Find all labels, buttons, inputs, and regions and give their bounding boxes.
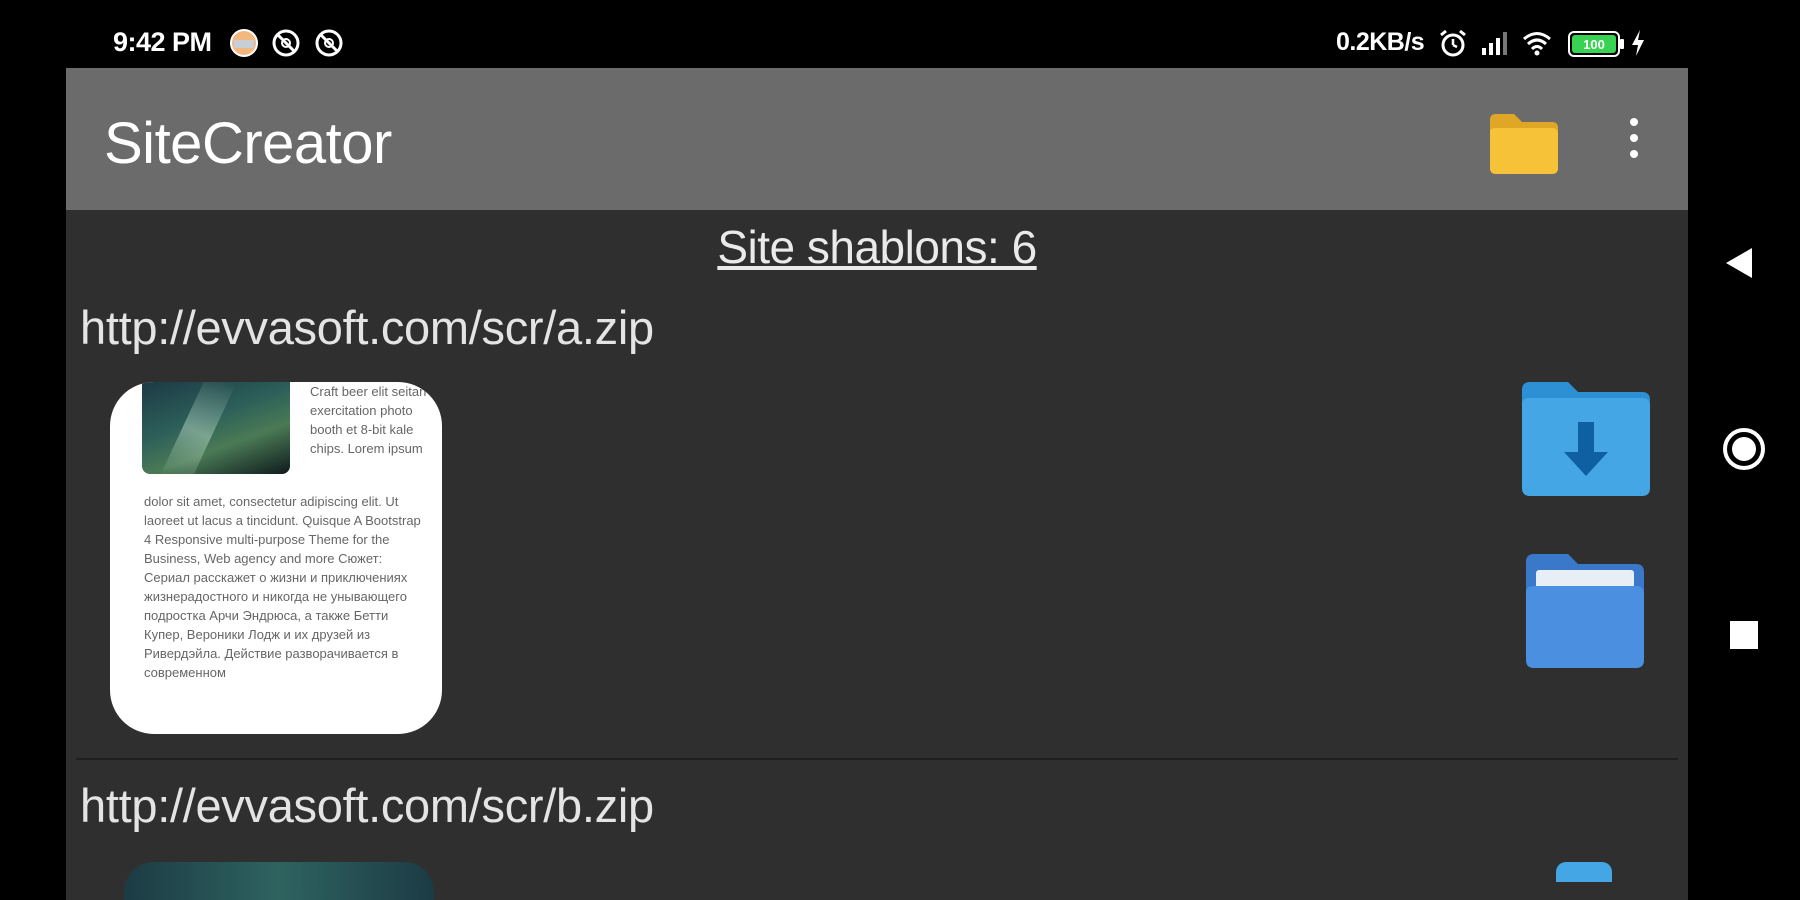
preview-text: Craft beer elit seitan exercitation phot… [310,384,427,456]
back-icon[interactable] [1724,246,1754,280]
app-title: SiteCreator [104,111,392,176]
app-toolbar: SiteCreator [66,68,1688,210]
charging-icon [1632,30,1644,56]
recents-icon[interactable] [1730,621,1758,649]
list-divider [76,758,1678,760]
template-url: http://evvasoft.com/scr/b.zip [80,779,654,832]
net-speed: 0.2KB/s [1336,28,1425,56]
more-vert-icon[interactable] [1626,118,1642,162]
signal-icon [1482,32,1507,55]
download-folder-icon[interactable] [1518,378,1654,498]
alarm-icon [1440,29,1466,57]
template-preview[interactable] [124,862,434,900]
download-folder-icon[interactable] [1556,862,1612,882]
home-icon[interactable] [1722,427,1766,471]
avatar-icon [230,29,258,57]
preview-image [142,382,290,474]
app-window: SiteCreator Site shablons: 6 http://evva… [66,68,1688,900]
battery-icon: 100 [1568,31,1624,57]
open-folder-icon[interactable] [1522,550,1648,670]
status-time: 9:42 PM [113,27,212,57]
blocked-icon [272,29,300,57]
folder-icon[interactable] [1488,112,1560,176]
preview-text: dolor sit amet, consectetur adipiscing e… [144,494,421,680]
status-bar: 9:42 PM 0.2KB/s 100 [0,0,1688,68]
template-url: http://evvasoft.com/scr/a.zip [80,301,654,354]
battery-level: 100 [1583,37,1605,52]
template-preview[interactable]: Craft beer elit seitan exercitation phot… [110,382,442,734]
template-count-heading: Site shablons: 6 [717,221,1037,273]
wifi-icon [1523,32,1551,56]
blocked-icon [315,29,343,57]
